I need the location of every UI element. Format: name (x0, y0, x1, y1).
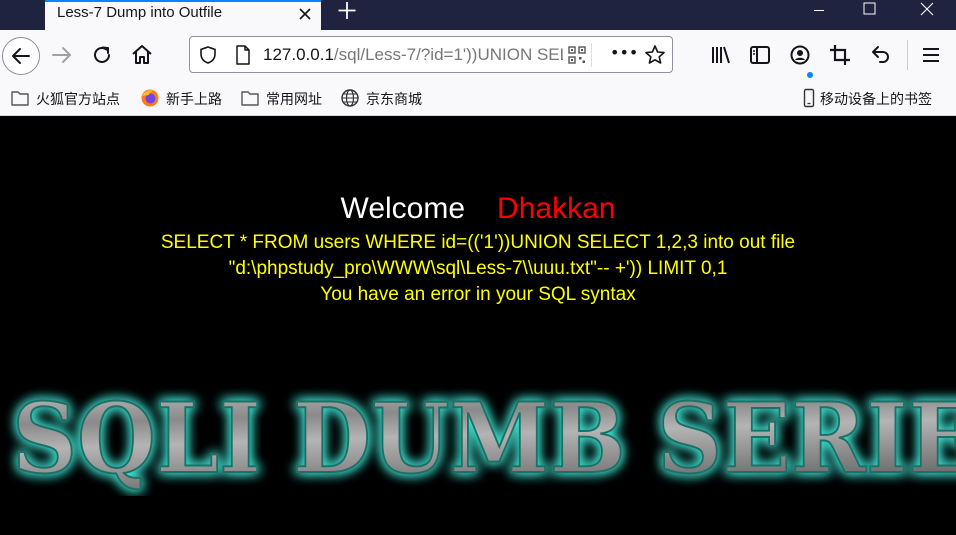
url-text[interactable]: 127.0.0.1/sql/Less-7/?id=1'))UNION SELEC… (263, 45, 563, 65)
reload-icon[interactable] (87, 40, 117, 70)
sqli-dumb-series-banner: SQLI DUMB SERIES (11, 381, 956, 496)
minimize-icon[interactable] (796, 0, 842, 22)
folder-icon (241, 91, 259, 106)
back-button[interactable] (2, 37, 40, 75)
tab-close-icon[interactable] (296, 5, 314, 23)
window-close-icon[interactable] (904, 0, 950, 22)
account-badge-dot (807, 72, 813, 78)
forward-icon[interactable] (47, 40, 77, 70)
shield-icon[interactable] (198, 45, 218, 65)
bookmark-label: 常用网址 (266, 92, 322, 108)
maximize-icon[interactable] (846, 0, 892, 22)
mobile-device-icon (803, 88, 815, 108)
bookmark-label: 火狐官方站点 (36, 92, 120, 108)
firefox-icon (141, 89, 159, 107)
page-icon[interactable] (233, 44, 253, 66)
user-name: Dhakkan (497, 192, 616, 225)
url-path: /sql/Less-7/?id=1'))UNION SELECT 1,2,3 i… (333, 45, 563, 64)
screenshot-crop-icon[interactable] (825, 40, 855, 70)
banner-text: SQLI DUMB SERIES (12, 382, 956, 495)
folder-icon (11, 91, 29, 106)
page-content: Welcome Dhakkan SELECT * FROM users WHERE… (0, 116, 956, 535)
bookmark-label: 新手上路 (166, 92, 222, 108)
mobile-bookmarks-label: 移动设备上的书签 (820, 92, 932, 108)
tab-active[interactable]: Less-7 Dump into Outfile (45, 0, 321, 30)
bookmarks-toolbar: 火狐官方站点 新手上路 常用网址 京东商城 移动设备上的书签 (0, 80, 956, 116)
url-bar[interactable]: 127.0.0.1/sql/Less-7/?id=1'))UNION SELEC… (189, 36, 673, 73)
globe-icon (341, 89, 359, 107)
welcome-text: Welcome (340, 192, 466, 225)
bookmark-star-icon[interactable] (644, 44, 666, 66)
page-actions-icon[interactable]: ••• (610, 43, 638, 62)
tab-bar: Less-7 Dump into Outfile (0, 0, 956, 30)
sql-error-text: You have an error in your SQL syntax (320, 284, 636, 305)
welcome-line: Welcome Dhakkan (0, 192, 956, 226)
qr-code-icon[interactable] (568, 46, 586, 64)
url-separator (591, 43, 592, 67)
undo-icon[interactable] (865, 40, 895, 70)
bookmark-label: 京东商城 (366, 92, 422, 108)
new-tab-icon[interactable] (334, 0, 360, 22)
home-icon[interactable] (127, 40, 157, 70)
library-icon[interactable] (706, 40, 736, 70)
sql-query-text: SELECT * FROM users WHERE id=(('1'))UNIO… (160, 232, 796, 279)
menu-hamburger-icon[interactable] (916, 40, 946, 70)
account-icon[interactable] (785, 40, 815, 70)
url-host: 127.0.0.1 (263, 45, 334, 64)
sidebar-icon[interactable] (745, 40, 775, 70)
back-arrow-icon (12, 48, 30, 64)
tab-title: Less-7 Dump into Outfile (57, 4, 223, 21)
toolbar-separator (907, 40, 908, 70)
nav-bar: 127.0.0.1/sql/Less-7/?id=1'))UNION SELEC… (0, 30, 956, 80)
